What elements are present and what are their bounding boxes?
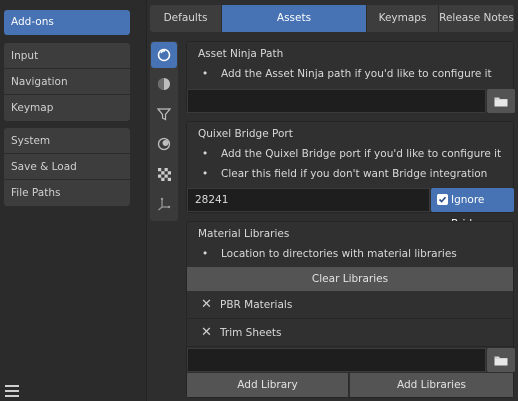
sidebar-item-navigation[interactable]: Navigation — [4, 69, 130, 95]
tab-defaults[interactable]: Defaults — [150, 5, 222, 32]
checker-texture-icon[interactable] — [151, 161, 177, 187]
add-libraries-button[interactable]: Add Libraries — [350, 373, 513, 397]
material-libraries-panel: Material Libraries Location to directori… — [186, 221, 515, 398]
tab-keymaps[interactable]: Keymaps — [367, 5, 439, 32]
add-library-button[interactable]: Add Library — [187, 373, 349, 397]
tab-release-notes[interactable]: Release Notes — [439, 5, 514, 32]
library-name: PBR Materials — [220, 299, 293, 311]
filter-icon[interactable] — [151, 101, 177, 127]
sidebar-item-input[interactable]: Input — [4, 43, 130, 69]
hint-text: Add the Asset Ninja path if you'd like t… — [221, 68, 492, 80]
tab-bar: Defaults Assets Keymaps Release Notes — [150, 5, 514, 32]
panel-title: Material Libraries — [198, 228, 290, 240]
sidebar-group-system: System Save & Load File Paths — [4, 128, 130, 206]
asset-ninja-path-field[interactable] — [187, 89, 486, 113]
panel-title: Asset Ninja Path — [198, 48, 284, 60]
sidebar-item-system[interactable]: System — [4, 128, 130, 154]
shading-icon[interactable] — [151, 131, 177, 157]
sidebar-item-addons[interactable]: Add-ons — [4, 10, 130, 35]
checkbox[interactable] — [437, 194, 448, 205]
hamburger-icon[interactable] — [5, 385, 19, 397]
sidebar-item-file-paths[interactable]: File Paths — [4, 180, 130, 206]
library-path-field[interactable] — [187, 348, 486, 372]
transform-gizmo-icon[interactable] — [151, 191, 177, 217]
hint-bullet: Add the Quixel Bridge port if you'd like… — [202, 148, 501, 160]
hint-bullet: Location to directories with material li… — [202, 248, 457, 260]
asset-ninja-panel: Asset Ninja Path Add the Asset Ninja pat… — [186, 41, 515, 113]
remove-icon[interactable]: ✕ — [201, 319, 212, 347]
tab-assets[interactable]: Assets — [222, 5, 367, 32]
sidebar-item-save-load[interactable]: Save & Load — [4, 154, 130, 180]
panel-title: Quixel Bridge Port — [198, 128, 293, 140]
hint-bullet: Add the Asset Ninja path if you'd like t… — [202, 68, 492, 80]
list-item: ✕ Trim Sheets — [187, 319, 513, 347]
clear-libraries-button[interactable]: Clear Libraries — [187, 267, 513, 291]
material-ball-icon[interactable] — [151, 71, 177, 97]
hint-text: Clear this field if you don't want Bridg… — [221, 168, 488, 180]
remove-icon[interactable]: ✕ — [201, 291, 212, 319]
sidebar-item-keymap[interactable]: Keymap — [4, 95, 130, 121]
hint-text: Location to directories with material li… — [221, 248, 457, 260]
hint-text: Add the Quixel Bridge port if you'd like… — [221, 148, 502, 160]
quixel-bridge-panel: Quixel Bridge Port Add the Quixel Bridge… — [186, 121, 514, 230]
library-name: Trim Sheets — [220, 327, 282, 339]
sidebar-group-input: Input Navigation Keymap — [4, 43, 130, 121]
ignore-bridge-toggle[interactable]: Ignore Bridge — [431, 188, 514, 230]
folder-icon[interactable] — [487, 89, 515, 113]
list-item: ✕ PBR Materials — [187, 291, 513, 319]
bridge-port-field[interactable]: 28241 — [187, 188, 430, 212]
category-icon-column — [150, 41, 178, 221]
scene-sphere-icon[interactable] — [151, 42, 177, 68]
hint-bullet: Clear this field if you don't want Bridg… — [202, 168, 487, 180]
preferences-sidebar: Add-ons Input Navigation Keymap System S… — [0, 0, 146, 401]
folder-icon[interactable] — [487, 348, 515, 372]
sidebar-divider — [146, 0, 147, 401]
